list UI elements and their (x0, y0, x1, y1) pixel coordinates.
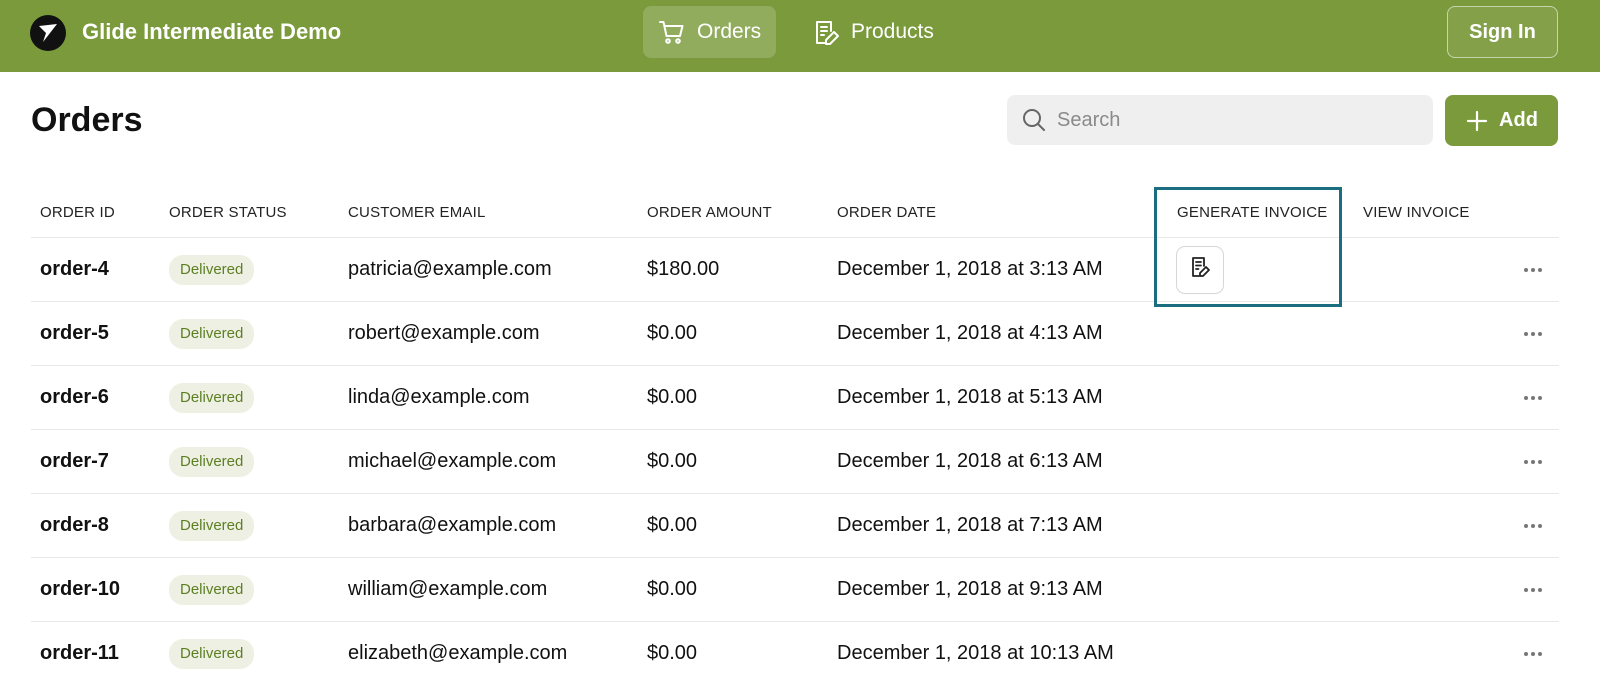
column-header-order-amount[interactable]: ORDER AMOUNT (647, 203, 772, 223)
status-badge: Delivered (169, 318, 255, 349)
page-title: Orders (31, 101, 143, 139)
order-date: December 1, 2018 at 6:13 AM (837, 450, 1103, 472)
table-header: ORDER ID ORDER STATUS CUSTOMER EMAIL ORD… (31, 190, 1559, 238)
status-badge: Delivered (169, 382, 255, 413)
app-title[interactable]: Glide Intermediate Demo (82, 18, 341, 46)
add-button-label: Add (1499, 109, 1538, 131)
customer-email: elizabeth@example.com (348, 642, 568, 664)
more-options-icon[interactable] (1523, 395, 1543, 401)
order-id: order-5 (40, 322, 109, 344)
status-badge: Delivered (169, 638, 255, 669)
order-date: December 1, 2018 at 7:13 AM (837, 514, 1103, 536)
column-header-order-status[interactable]: ORDER STATUS (169, 203, 287, 223)
search-icon (1021, 107, 1047, 133)
order-date: December 1, 2018 at 3:13 AM (837, 258, 1103, 280)
glide-logo-icon[interactable] (30, 15, 66, 51)
more-options-icon[interactable] (1523, 523, 1543, 529)
order-date: December 1, 2018 at 4:13 AM (837, 322, 1103, 344)
customer-email: robert@example.com (348, 322, 540, 344)
order-amount: $180.00 (647, 258, 720, 280)
table-row[interactable]: order-7 Delivered michael@example.com $0… (31, 430, 1559, 494)
status-badge: Delivered (169, 574, 255, 605)
table-row[interactable]: order-11 Delivered elizabeth@example.com… (31, 622, 1559, 683)
column-header-customer-email[interactable]: CUSTOMER EMAIL (348, 203, 486, 223)
generate-invoice-button[interactable] (1176, 245, 1224, 294)
search-box[interactable] (1007, 95, 1433, 145)
column-header-order-id[interactable]: ORDER ID (40, 203, 115, 223)
column-header-order-date[interactable]: ORDER DATE (837, 203, 936, 223)
order-amount: $0.00 (647, 642, 698, 664)
top-bar: Glide Intermediate Demo Orders Products … (0, 0, 1600, 72)
customer-email: linda@example.com (348, 386, 530, 408)
status-badge: Delivered (169, 254, 255, 285)
more-options-icon[interactable] (1523, 267, 1543, 273)
sign-in-button[interactable]: Sign In (1447, 6, 1558, 58)
document-edit-icon (1188, 255, 1212, 285)
status-badge: Delivered (169, 446, 255, 477)
status-badge: Delivered (169, 510, 255, 541)
table-row[interactable]: order-8 Delivered barbara@example.com $0… (31, 494, 1559, 558)
customer-email: barbara@example.com (348, 514, 557, 536)
order-id: order-4 (40, 258, 109, 280)
table-row[interactable]: order-4 Delivered patricia@example.com $… (31, 238, 1559, 302)
order-date: December 1, 2018 at 9:13 AM (837, 578, 1103, 600)
nav-products-label: Products (851, 20, 934, 43)
orders-table: ORDER ID ORDER STATUS CUSTOMER EMAIL ORD… (31, 190, 1559, 683)
column-header-view-invoice[interactable]: VIEW INVOICE (1363, 203, 1470, 223)
nav-products[interactable]: Products (797, 6, 947, 58)
more-options-icon[interactable] (1523, 459, 1543, 465)
plus-icon (1465, 109, 1489, 133)
search-input[interactable] (1057, 95, 1417, 145)
column-header-generate-invoice[interactable]: GENERATE INVOICE (1177, 203, 1327, 223)
order-date: December 1, 2018 at 10:13 AM (837, 642, 1114, 664)
order-amount: $0.00 (647, 450, 698, 472)
order-amount: $0.00 (647, 514, 698, 536)
order-id: order-8 (40, 514, 109, 536)
order-amount: $0.00 (647, 578, 698, 600)
more-options-icon[interactable] (1523, 587, 1543, 593)
table-row[interactable]: order-6 Delivered linda@example.com $0.0… (31, 366, 1559, 430)
document-edit-icon (811, 17, 841, 47)
customer-email: patricia@example.com (348, 258, 552, 280)
more-options-icon[interactable] (1523, 651, 1543, 657)
customer-email: michael@example.com (348, 450, 557, 472)
order-id: order-6 (40, 386, 109, 408)
table-row[interactable]: order-10 Delivered william@example.com $… (31, 558, 1559, 622)
order-id: order-7 (40, 450, 109, 472)
more-options-icon[interactable] (1523, 331, 1543, 337)
nav-orders[interactable]: Orders (643, 6, 776, 58)
add-button[interactable]: Add (1445, 95, 1558, 146)
nav-orders-label: Orders (697, 20, 762, 43)
customer-email: william@example.com (348, 578, 548, 600)
table-row[interactable]: order-5 Delivered robert@example.com $0.… (31, 302, 1559, 366)
order-amount: $0.00 (647, 386, 698, 408)
cart-icon (657, 17, 687, 47)
order-id: order-11 (40, 642, 119, 664)
order-id: order-10 (40, 578, 121, 600)
order-date: December 1, 2018 at 5:13 AM (837, 386, 1103, 408)
order-amount: $0.00 (647, 322, 698, 344)
